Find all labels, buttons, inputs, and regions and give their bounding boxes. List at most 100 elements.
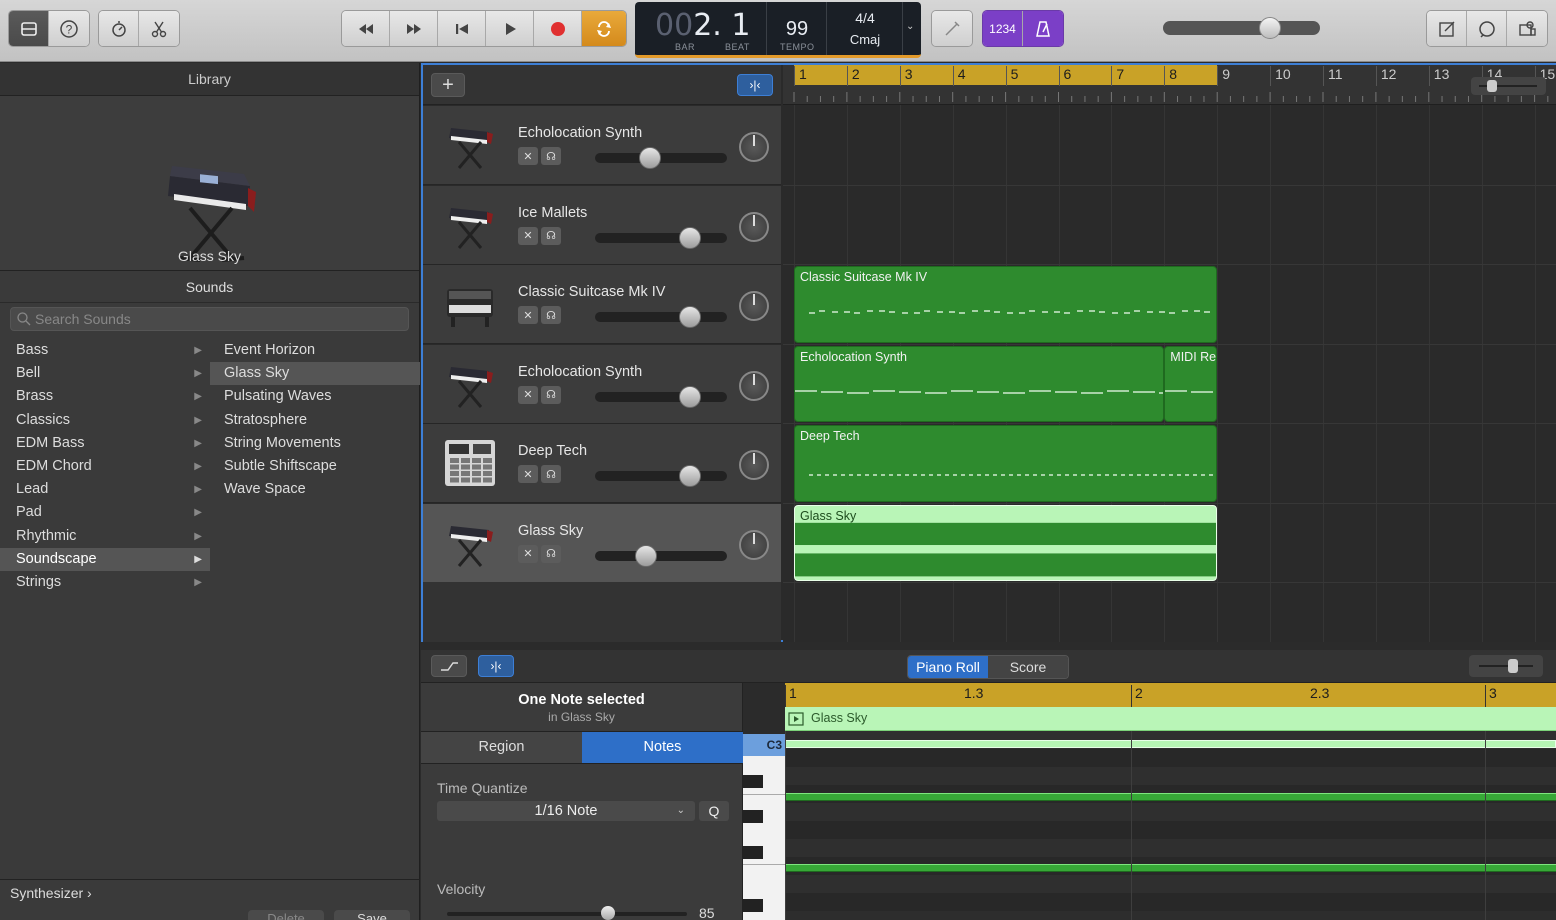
solo-button[interactable]: ☊: [541, 385, 561, 404]
track-header[interactable]: Ice Mallets ✕ ☊: [423, 185, 781, 265]
black-key[interactable]: [743, 775, 763, 788]
media-browser-button[interactable]: [1507, 11, 1547, 46]
track-header[interactable]: Echolocation Synth ✕ ☊: [423, 106, 781, 185]
solo-button[interactable]: ☊: [541, 544, 561, 563]
sound-item[interactable]: String Movements: [210, 432, 420, 455]
black-key[interactable]: [743, 846, 763, 859]
search-field[interactable]: [10, 307, 409, 331]
track-volume-slider[interactable]: [595, 544, 727, 567]
velocity-thumb[interactable]: [600, 906, 615, 920]
piano-roll-region-header[interactable]: Glass Sky: [785, 707, 1556, 731]
master-volume-knob[interactable]: [1259, 17, 1281, 39]
mute-button[interactable]: ✕: [518, 226, 538, 245]
smart-controls-button[interactable]: [99, 11, 139, 46]
selected-note[interactable]: [785, 740, 1556, 748]
ruler[interactable]: 1 2 3 4 5 6 7 8 9 10 11 12 13 14 15: [783, 65, 1556, 105]
sound-item[interactable]: Event Horizon: [210, 339, 420, 362]
save-button[interactable]: Save: [334, 910, 410, 920]
track-volume-slider[interactable]: [595, 465, 727, 487]
quick-help-button[interactable]: ?: [49, 11, 89, 46]
metronome-button[interactable]: [1023, 11, 1063, 46]
track-header[interactable]: Echolocation Synth ✕ ☊: [423, 344, 781, 424]
region[interactable]: Deep Tech: [794, 425, 1218, 502]
count-in-button[interactable]: 1234: [983, 11, 1023, 46]
piano-keyboard[interactable]: [743, 734, 785, 920]
track-volume-thumb[interactable]: [635, 544, 658, 567]
go-to-beginning-button[interactable]: [438, 11, 486, 46]
editor-zoom-knob[interactable]: [1508, 659, 1518, 673]
key-c3[interactable]: C3: [743, 734, 785, 756]
pan-knob[interactable]: [739, 450, 769, 480]
piano-roll-ruler[interactable]: 1 1.3 2 2.3 3: [785, 683, 1556, 707]
editors-button[interactable]: [139, 11, 179, 46]
category-item[interactable]: EDM Chord ▶: [0, 455, 210, 478]
track-volume-slider[interactable]: [595, 226, 727, 249]
tab-score[interactable]: Score: [988, 656, 1068, 678]
solo-button[interactable]: ☊: [541, 306, 561, 324]
category-item[interactable]: Soundscape ▶: [0, 547, 210, 571]
timeline-zoom-knob[interactable]: [1487, 80, 1497, 92]
region[interactable]: Echolocation Synth: [794, 345, 1165, 422]
tab-region[interactable]: Region: [421, 732, 582, 763]
pan-knob[interactable]: [739, 291, 769, 321]
automation-button[interactable]: [431, 655, 467, 677]
track-volume-slider[interactable]: [595, 385, 727, 408]
patch-path[interactable]: Synthesizer ›: [10, 885, 92, 901]
tab-notes[interactable]: Notes: [582, 732, 743, 763]
lcd-menu-button[interactable]: ⌄: [903, 2, 919, 55]
editor-zoom-slider[interactable]: [1469, 655, 1543, 677]
editor-catch-button[interactable]: ›|‹: [478, 655, 514, 677]
black-key[interactable]: [743, 899, 763, 912]
library-button[interactable]: [9, 11, 49, 46]
rewind-button[interactable]: [342, 11, 390, 46]
track-volume-thumb[interactable]: [679, 306, 702, 328]
pan-knob[interactable]: [739, 370, 769, 401]
track-volume-slider[interactable]: [595, 306, 727, 328]
category-item[interactable]: Bass ▶: [0, 339, 210, 362]
region[interactable]: Classic Suitcase Mk IV: [794, 266, 1218, 343]
fast-forward-button[interactable]: [390, 11, 438, 46]
sound-item[interactable]: Pulsating Waves: [210, 385, 420, 408]
loop-browser-button[interactable]: [1467, 11, 1507, 46]
mute-button[interactable]: ✕: [518, 385, 538, 404]
track-volume-thumb[interactable]: [679, 226, 702, 249]
category-item[interactable]: Rhythmic ▶: [0, 525, 210, 548]
solo-button[interactable]: ☊: [541, 465, 561, 483]
master-volume-slider[interactable]: [1163, 17, 1320, 39]
track-volume-slider[interactable]: [595, 147, 727, 169]
black-key[interactable]: [743, 810, 763, 823]
time-quantize-select[interactable]: 1/16 Note ⌄: [437, 801, 695, 821]
track-header[interactable]: Deep Tech ✕ ☊: [423, 424, 781, 503]
mute-button[interactable]: ✕: [518, 306, 538, 324]
track-header[interactable]: Glass Sky ✕ ☊: [423, 503, 781, 583]
mute-button[interactable]: ✕: [518, 544, 538, 563]
add-track-button[interactable]: +: [431, 73, 465, 97]
category-item[interactable]: EDM Bass ▶: [0, 432, 210, 455]
pan-knob[interactable]: [739, 132, 769, 162]
mute-button[interactable]: ✕: [518, 465, 538, 483]
category-item[interactable]: Brass ▶: [0, 385, 210, 408]
category-item[interactable]: Classics ▶: [0, 409, 210, 432]
tab-piano-roll[interactable]: Piano Roll: [908, 656, 988, 678]
region[interactable]: MIDI Re: [1164, 345, 1218, 422]
track-volume-thumb[interactable]: [679, 385, 702, 408]
solo-button[interactable]: ☊: [541, 147, 561, 165]
sound-item[interactable]: Stratosphere: [210, 409, 420, 432]
category-item[interactable]: Bell ▶: [0, 362, 210, 385]
note[interactable]: [785, 793, 1556, 801]
lcd-display[interactable]: 002. 1 BAR BEAT 99 TEMPO 4/4 Cmaj ⌄: [635, 2, 921, 58]
pan-knob[interactable]: [739, 211, 769, 242]
catch-playhead-button[interactable]: ›|‹: [737, 74, 773, 96]
category-item[interactable]: Strings ▶: [0, 571, 210, 594]
cycle-button[interactable]: [582, 11, 626, 46]
category-item[interactable]: Lead ▶: [0, 478, 210, 501]
solo-button[interactable]: ☊: [541, 226, 561, 245]
timeline-zoom-slider[interactable]: [1471, 77, 1546, 95]
track-header[interactable]: Classic Suitcase Mk IV ✕ ☊: [423, 265, 781, 344]
note[interactable]: [785, 864, 1556, 872]
note-pad-button[interactable]: [1427, 11, 1467, 46]
quantize-button[interactable]: Q: [699, 801, 729, 821]
play-button[interactable]: [486, 11, 534, 46]
track-volume-thumb[interactable]: [679, 465, 702, 487]
sound-item[interactable]: Subtle Shiftscape: [210, 455, 420, 478]
